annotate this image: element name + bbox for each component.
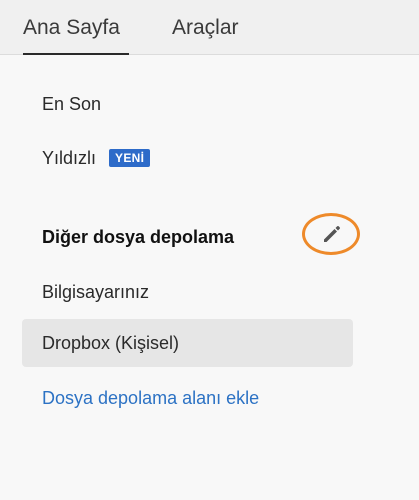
- pencil-icon: [324, 226, 340, 242]
- sidebar-item-label: En Son: [42, 94, 102, 114]
- section-title-other-storage: Diğer dosya depolama: [42, 227, 235, 247]
- sidebar-item-dropbox[interactable]: Dropbox (Kişisel): [22, 319, 353, 367]
- app-window: Ana Sayfa Araçlar En Son Yıldızlı YENİ D…: [0, 0, 419, 500]
- sidebar-item-label: Yıldızlı: [42, 148, 97, 168]
- sidebar-item-label: Bilgisayarınız: [42, 282, 150, 302]
- top-tab-bar: Ana Sayfa Araçlar: [0, 0, 419, 55]
- sidebar-item-computer[interactable]: Bilgisayarınız: [42, 280, 149, 304]
- tab-tools[interactable]: Araçlar: [172, 14, 252, 54]
- new-badge: YENİ: [109, 149, 151, 167]
- edit-storage-button[interactable]: [302, 213, 364, 259]
- add-storage-link[interactable]: Dosya depolama alanı ekle: [42, 386, 259, 410]
- tab-home[interactable]: Ana Sayfa: [23, 14, 129, 55]
- sidebar-item-label: Dropbox (Kişisel): [42, 333, 180, 353]
- sidebar-item-recent[interactable]: En Son: [42, 92, 101, 116]
- sidebar-item-starred[interactable]: Yıldızlı YENİ: [42, 146, 151, 170]
